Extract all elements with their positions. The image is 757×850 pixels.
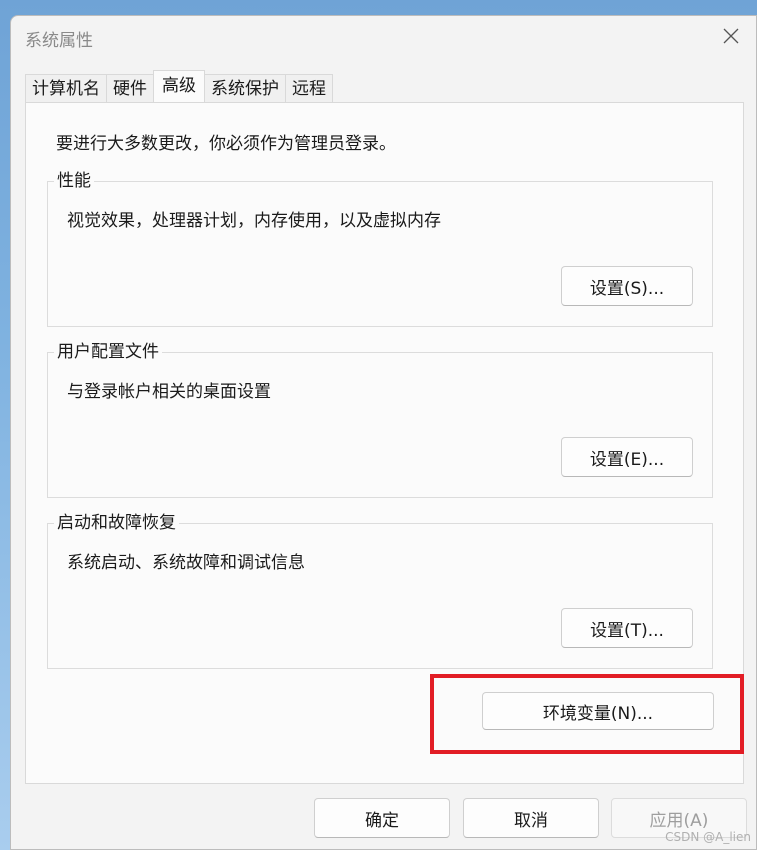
apply-button[interactable]: 应用(A)	[611, 798, 747, 838]
startup-recovery-description: 系统启动、系统故障和调试信息	[67, 553, 305, 573]
window-title: 系统属性	[25, 31, 93, 51]
system-properties-dialog: 系统属性 计算机名 硬件 高级 系统保护 远程 要进行大多数更改，你必须作为管理…	[10, 15, 757, 850]
startup-recovery-settings-button[interactable]: 设置(T)...	[561, 608, 693, 648]
startup-recovery-group-title: 启动和故障恢复	[54, 513, 179, 533]
admin-note: 要进行大多数更改，你必须作为管理员登录。	[56, 134, 396, 154]
startup-recovery-group: 启动和故障恢复 系统启动、系统故障和调试信息 设置(T)...	[47, 513, 713, 669]
tab-hardware[interactable]: 硬件	[106, 74, 154, 102]
title-bar: 系统属性	[11, 16, 756, 58]
performance-description: 视觉效果，处理器计划，内存使用，以及虚拟内存	[67, 211, 441, 231]
user-profiles-settings-button[interactable]: 设置(E)...	[561, 437, 693, 477]
user-profiles-description: 与登录帐户相关的桌面设置	[67, 382, 271, 402]
performance-settings-button[interactable]: 设置(S)...	[561, 266, 693, 306]
close-button[interactable]	[706, 16, 756, 56]
tab-strip: 计算机名 硬件 高级 系统保护 远程	[25, 70, 333, 102]
ok-button[interactable]: 确定	[314, 798, 450, 838]
user-profiles-group-title: 用户配置文件	[54, 342, 162, 362]
tab-computer-name[interactable]: 计算机名	[25, 74, 107, 102]
tab-system-protection[interactable]: 系统保护	[204, 74, 286, 102]
user-profiles-group: 用户配置文件 与登录帐户相关的桌面设置 设置(E)...	[47, 342, 713, 498]
tab-advanced[interactable]: 高级	[153, 70, 205, 102]
performance-group: 性能 视觉效果，处理器计划，内存使用，以及虚拟内存 设置(S)...	[47, 171, 713, 327]
advanced-tab-panel: 要进行大多数更改，你必须作为管理员登录。 性能 视觉效果，处理器计划，内存使用，…	[25, 102, 744, 784]
environment-variables-button[interactable]: 环境变量(N)...	[482, 692, 714, 730]
cancel-button[interactable]: 取消	[463, 798, 599, 838]
close-icon	[723, 28, 739, 44]
performance-group-title: 性能	[54, 171, 94, 191]
tab-remote[interactable]: 远程	[285, 74, 333, 102]
